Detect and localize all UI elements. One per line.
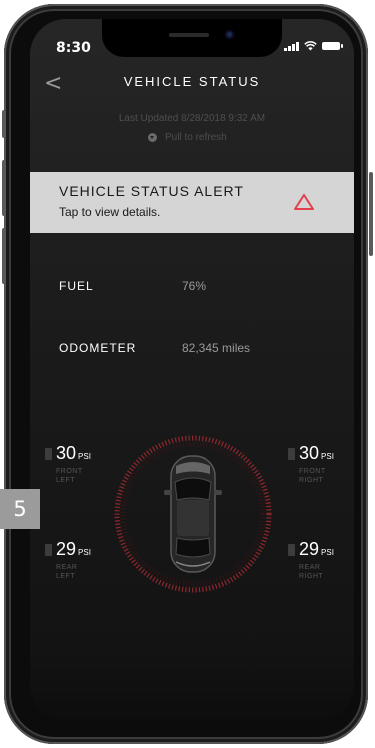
tire-indicator bbox=[45, 447, 52, 460]
pull-to-refresh[interactable]: Pull to refresh bbox=[148, 132, 227, 143]
tire-pressure-unit: PSI bbox=[321, 452, 334, 461]
tire-position-line2: LEFT bbox=[56, 477, 76, 484]
pull-to-refresh-label: Pull to refresh bbox=[165, 132, 227, 143]
tire-position-line2: LEFT bbox=[56, 573, 76, 580]
tire-pressure-unit: PSI bbox=[321, 548, 334, 557]
chevron-down-icon bbox=[148, 133, 157, 142]
tire-position-line2: RIGHT bbox=[299, 573, 324, 580]
app-screen: 8:30 < VEHICLE STATUS Last Updated 8/28/… bbox=[30, 19, 354, 721]
front-camera bbox=[225, 30, 234, 39]
wifi-icon bbox=[304, 41, 317, 51]
speaker-grille bbox=[169, 33, 209, 37]
tire-front-right: 30 PSI FRONT RIGHT bbox=[288, 443, 334, 485]
alert-subtitle: Tap to view details. bbox=[59, 205, 161, 219]
battery-icon bbox=[322, 42, 343, 50]
alert-title: VEHICLE STATUS ALERT bbox=[59, 183, 244, 199]
power-button bbox=[369, 172, 373, 256]
silent-switch bbox=[2, 110, 6, 138]
tire-pressure-unit: PSI bbox=[78, 548, 91, 557]
notch bbox=[102, 19, 282, 57]
tire-pressure-unit: PSI bbox=[78, 452, 91, 461]
tire-pressure-value: 30 bbox=[299, 443, 320, 463]
vehicle-status-alert-banner[interactable]: VEHICLE STATUS ALERT Tap to view details… bbox=[30, 172, 354, 233]
tire-pressure-value: 30 bbox=[56, 443, 77, 463]
volume-up-button bbox=[2, 160, 6, 216]
tire-indicator bbox=[288, 543, 295, 556]
car-icon bbox=[164, 455, 222, 573]
status-time: 8:30 bbox=[56, 40, 91, 56]
odometer-value: 82,345 miles bbox=[182, 341, 251, 355]
warning-triangle-icon bbox=[294, 194, 314, 210]
status-icons bbox=[284, 41, 343, 51]
page-title: VEHICLE STATUS bbox=[123, 74, 261, 89]
tire-position-line1: REAR bbox=[56, 564, 78, 571]
tire-position-line1: FRONT bbox=[299, 468, 326, 475]
tire-position-line1: REAR bbox=[299, 564, 321, 571]
odometer-label: ODOMETER bbox=[59, 341, 137, 355]
tire-rear-right: 29 PSI REAR RIGHT bbox=[288, 539, 334, 581]
tire-indicator bbox=[288, 447, 295, 460]
signal-icon bbox=[284, 41, 299, 51]
tire-indicator bbox=[45, 543, 52, 556]
tire-front-left: 30 PSI FRONT LEFT bbox=[45, 443, 91, 485]
vehicle-diagram bbox=[113, 434, 273, 594]
volume-down-button bbox=[2, 228, 6, 284]
fuel-value: 76% bbox=[182, 279, 207, 293]
tire-pressure-value: 29 bbox=[299, 539, 320, 559]
tire-position-line1: FRONT bbox=[56, 468, 83, 475]
tire-pressure-value: 29 bbox=[56, 539, 77, 559]
tire-position-line2: RIGHT bbox=[299, 477, 324, 484]
tire-rear-left: 29 PSI REAR LEFT bbox=[45, 539, 91, 581]
fuel-label: FUEL bbox=[59, 279, 94, 293]
last-updated-text: Last Updated 8/28/2018 9:32 AM bbox=[118, 113, 266, 124]
page-number-badge: 5 bbox=[0, 489, 40, 529]
